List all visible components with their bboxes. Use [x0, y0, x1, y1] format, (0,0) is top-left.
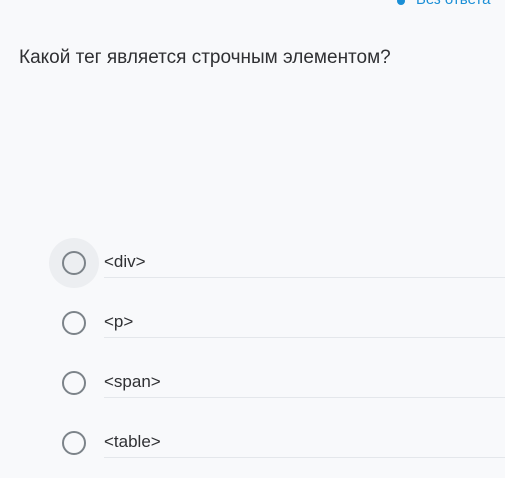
radio-unchecked-icon[interactable] [62, 371, 86, 395]
radio-unchecked-icon[interactable] [62, 311, 86, 335]
option-label: <div> [104, 252, 146, 271]
answer-status: Без ответа [397, 0, 490, 8]
option-table[interactable]: <table> [49, 412, 505, 472]
answer-options: <div> <p> <span> <table> [49, 232, 505, 472]
radio-unchecked-icon[interactable] [62, 431, 86, 455]
option-span[interactable]: <span> [49, 352, 505, 412]
radio-unchecked-icon[interactable] [62, 251, 86, 275]
option-label: <p> [104, 312, 134, 331]
radio-wrap [49, 358, 99, 408]
divider [104, 397, 505, 398]
radio-focus-ring [49, 238, 99, 288]
radio-wrap [49, 298, 99, 348]
option-div[interactable]: <div> [49, 232, 505, 292]
radio-wrap [49, 418, 99, 468]
status-label: Без ответа [416, 0, 490, 8]
quiz-page: Без ответа Какой тег является строчным э… [0, 0, 505, 478]
status-dot-icon [397, 0, 405, 5]
divider [104, 337, 505, 338]
divider [104, 457, 505, 458]
option-p[interactable]: <p> [49, 292, 505, 352]
divider [104, 277, 505, 278]
option-label: <table> [104, 432, 161, 451]
option-label: <span> [104, 372, 161, 391]
question-text: Какой тег является строчным элементом? [19, 47, 391, 68]
